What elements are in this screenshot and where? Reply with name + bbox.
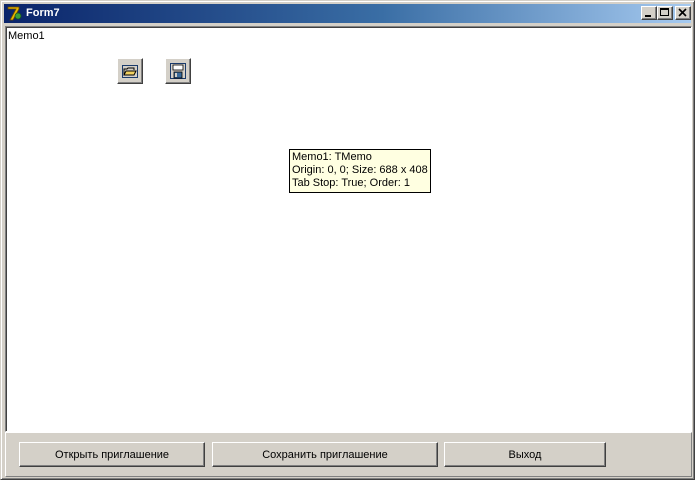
save-dialog-component[interactable] — [165, 58, 191, 84]
save-invitation-button[interactable]: Сохранить приглашение — [212, 442, 438, 467]
open-dialog-icon — [122, 65, 138, 78]
delphi-app-icon[interactable] — [6, 5, 23, 22]
minimize-button[interactable] — [641, 6, 657, 20]
form-window: Form7 Memo1 Memo1: TMemo Origin: 0, 0; S… — [0, 0, 695, 480]
title-bar[interactable]: Form7 — [4, 4, 691, 23]
window-title: Form7 — [26, 7, 60, 19]
hint-line-taborder: Tab Stop: True; Order: 1 — [292, 177, 411, 189]
open-invitation-button[interactable]: Открыть приглашение — [19, 442, 205, 467]
exit-button[interactable]: Выход — [444, 442, 606, 467]
open-dialog-component[interactable] — [117, 58, 143, 84]
memo1[interactable]: Memo1 Memo1: TMemo Origin: 0, 0; Size: 6… — [5, 26, 692, 432]
hint-line-origin: Origin: 0, 0; Size: 688 x 408 — [292, 164, 428, 176]
memo-text: Memo1 — [8, 30, 45, 42]
minimize-icon — [645, 15, 651, 17]
close-button[interactable] — [675, 6, 691, 20]
hint-line-name: Memo1: TMemo — [292, 151, 372, 163]
maximize-button[interactable] — [657, 6, 673, 20]
bottom-panel: Открыть приглашение Сохранить приглашени… — [5, 432, 692, 477]
save-dialog-icon — [170, 63, 186, 79]
component-hint-tooltip: Memo1: TMemo Origin: 0, 0; Size: 688 x 4… — [289, 149, 431, 193]
close-icon — [678, 8, 687, 17]
maximize-icon — [660, 8, 669, 16]
